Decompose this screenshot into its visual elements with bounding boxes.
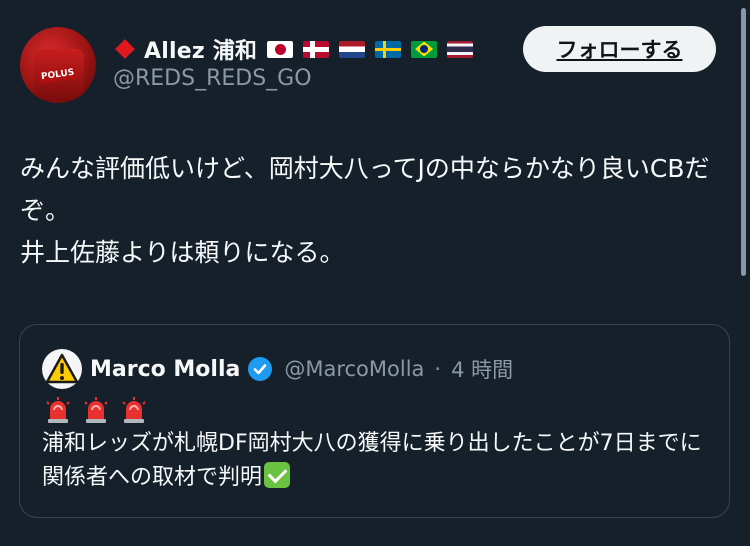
police-light-icon bbox=[84, 397, 108, 423]
quoted-tweet-header: Marco Molla @MarcoMolla · 4 時間 bbox=[42, 349, 513, 389]
quoted-author-name[interactable]: Marco Molla bbox=[90, 357, 240, 382]
quoted-tweet-card[interactable]: Marco Molla @MarcoMolla · 4 時間 浦和レッズが札幌D… bbox=[19, 324, 730, 518]
quoted-tweet-text: 浦和レッズが札幌DF岡村大八の獲得に乗り出したことが7日までに関係者への取材で判… bbox=[42, 427, 722, 495]
author-avatar[interactable]: POLUS bbox=[20, 27, 96, 103]
netherlands-flag-icon bbox=[339, 40, 366, 58]
author-handle[interactable]: @REDS_REDS_GO bbox=[113, 66, 312, 91]
quoted-tweet-time[interactable]: 4 時間 bbox=[451, 354, 513, 384]
sweden-flag-icon bbox=[375, 40, 402, 58]
red-diamond-icon bbox=[115, 39, 135, 59]
thailand-flag-icon bbox=[447, 40, 474, 58]
siren-emoji-row bbox=[44, 396, 148, 424]
quoted-author-avatar[interactable] bbox=[42, 349, 82, 389]
quoted-tweet-body: 浦和レッズが札幌DF岡村大八の獲得に乗り出したことが7日までに関係者への取材で判… bbox=[42, 431, 702, 490]
tweet-text: みんな評価低いけど、岡村大八ってJの中ならかなり良いCBだぞ。 井上佐藤よりは頼… bbox=[20, 154, 710, 267]
police-light-icon bbox=[122, 397, 146, 423]
brazil-flag-icon bbox=[411, 40, 438, 58]
verified-badge-icon bbox=[248, 357, 273, 381]
author-name-row[interactable]: Allez 浦和 bbox=[114, 33, 474, 65]
quoted-author-handle[interactable]: @MarcoMolla bbox=[284, 357, 424, 381]
meta-separator: · bbox=[434, 357, 442, 381]
scrollbar[interactable] bbox=[741, 8, 746, 276]
author-display-name[interactable]: Allez 浦和 bbox=[144, 33, 257, 65]
warning-icon bbox=[45, 353, 79, 384]
police-light-icon bbox=[46, 397, 70, 423]
follow-button[interactable]: フォローする bbox=[523, 26, 716, 72]
japan-flag-icon bbox=[267, 40, 294, 58]
check-mark-icon bbox=[264, 462, 291, 488]
norway-flag-icon bbox=[303, 40, 330, 58]
